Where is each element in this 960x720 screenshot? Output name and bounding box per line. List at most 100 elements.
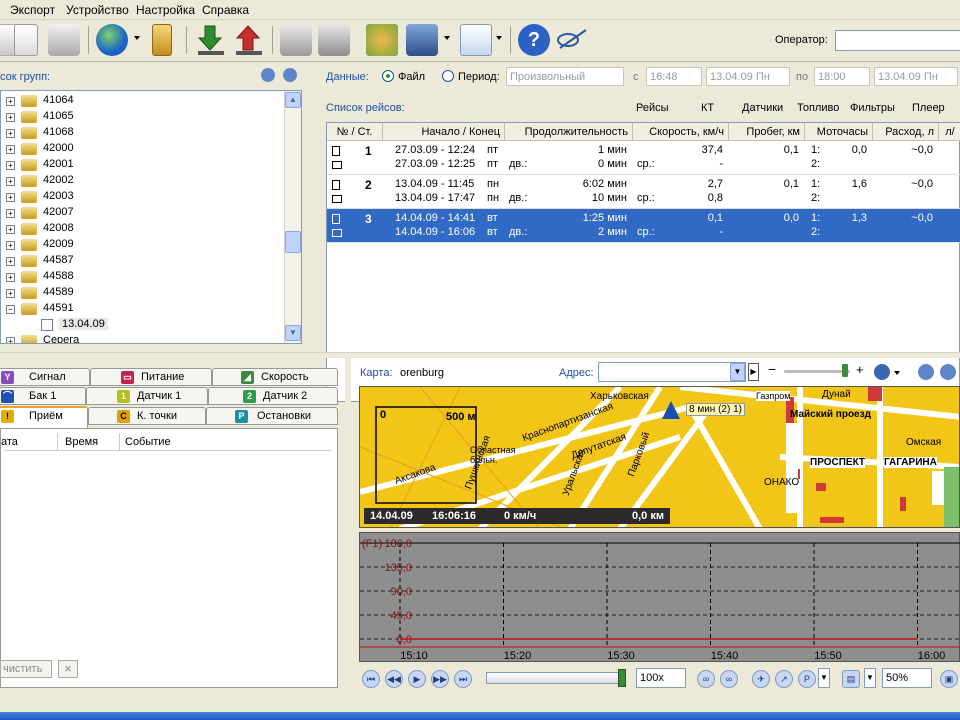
- step-forward-icon[interactable]: ▶▶: [431, 670, 449, 688]
- zoom-slider[interactable]: [784, 370, 850, 373]
- expand-icon[interactable]: +: [6, 161, 15, 170]
- chevron-down-icon[interactable]: [134, 36, 140, 40]
- tree-item[interactable]: + Серега: [1, 333, 281, 343]
- operator-input[interactable]: [835, 30, 960, 51]
- file-radio[interactable]: [382, 70, 394, 82]
- expand-icon[interactable]: +: [6, 193, 15, 202]
- expand-icon[interactable]: +: [6, 289, 15, 298]
- address-input[interactable]: [598, 362, 746, 382]
- splitter-vertical[interactable]: [345, 358, 351, 690]
- eject-icon[interactable]: [283, 68, 297, 82]
- chevron-down-icon[interactable]: ▼: [730, 363, 745, 381]
- chevron-down-icon[interactable]: [496, 36, 502, 40]
- parking-map-icon[interactable]: P: [798, 670, 816, 688]
- close-icon[interactable]: ×: [58, 660, 78, 678]
- menu-device[interactable]: Устройство: [66, 3, 129, 17]
- tree-item[interactable]: + 44587: [1, 253, 281, 269]
- play-icon[interactable]: ▶: [408, 670, 426, 688]
- zoom-input[interactable]: [882, 668, 932, 688]
- group-tree[interactable]: + 41064 + 41065 + 41068 + 42000 + 42001 …: [0, 90, 302, 344]
- splitter[interactable]: [0, 352, 960, 358]
- chevron-down-icon[interactable]: [894, 371, 900, 375]
- chevron-right-icon[interactable]: ▶: [748, 363, 759, 381]
- player-progress[interactable]: [486, 672, 626, 684]
- tab-fuel[interactable]: Топливо: [797, 102, 839, 114]
- trip-row[interactable]: 3 14.04.09 - 14:41 вт 14.04.09 - 16:06 в…: [327, 209, 960, 243]
- col-speed[interactable]: Скорость, км/ч: [633, 123, 729, 141]
- tree-child-item[interactable]: 13.04.09: [1, 317, 281, 333]
- expand-icon[interactable]: +: [6, 273, 15, 282]
- trip-row[interactable]: 1 27.03.09 - 12:24 пт 27.03.09 - 12:25 п…: [327, 141, 960, 175]
- clipboard-icon[interactable]: ▤: [842, 670, 860, 688]
- tree-item[interactable]: + 42009: [1, 237, 281, 253]
- tree-item[interactable]: + 42008: [1, 221, 281, 237]
- expand-icon[interactable]: +: [6, 145, 15, 154]
- expand-icon[interactable]: −: [6, 305, 15, 314]
- to-time[interactable]: [814, 67, 870, 86]
- nodes-icon[interactable]: [460, 24, 492, 56]
- list-2-icon[interactable]: [940, 364, 956, 380]
- tree-item[interactable]: + 41065: [1, 109, 281, 125]
- help-icon[interactable]: ?: [518, 24, 550, 56]
- map-view[interactable]: 0 500 м Харьковская Краснопартизанская Д…: [359, 386, 960, 528]
- clear-button[interactable]: чистить: [0, 660, 52, 678]
- tree-item[interactable]: − 44591: [1, 301, 281, 317]
- chevron-down-icon[interactable]: [444, 36, 450, 40]
- tab-signal[interactable]: Y Сигнал: [0, 368, 90, 386]
- chevron-down-icon[interactable]: ▼: [818, 668, 830, 688]
- tab-checkpoints-bottom[interactable]: C К. точки: [88, 407, 206, 425]
- route-icon[interactable]: ↗: [775, 670, 793, 688]
- tab-sensor-1[interactable]: 1 Датчик 1: [86, 387, 208, 405]
- skip-end-icon[interactable]: ⏭: [454, 670, 472, 688]
- zoom-in-icon[interactable]: +: [856, 362, 864, 377]
- download-icon[interactable]: [196, 24, 228, 56]
- step-back-icon[interactable]: ◀◀: [385, 670, 403, 688]
- vehicle-marker-icon[interactable]: [662, 401, 680, 419]
- scroll-down-button[interactable]: ▼: [285, 325, 301, 341]
- col-start-end[interactable]: Начало / Конец: [383, 123, 505, 141]
- menu-settings[interactable]: Настройка: [136, 3, 195, 17]
- tree-item[interactable]: + 41064: [1, 93, 281, 109]
- document-icon[interactable]: [14, 24, 38, 56]
- period-radio[interactable]: [442, 70, 454, 82]
- tree-scrollbar[interactable]: ▲ ▼: [284, 91, 301, 343]
- tree-item[interactable]: + 42007: [1, 205, 281, 221]
- upload-icon[interactable]: [234, 24, 266, 56]
- col-motohours[interactable]: Моточасы: [805, 123, 873, 141]
- tree-item[interactable]: + 42002: [1, 173, 281, 189]
- zoom-out-icon[interactable]: −: [768, 361, 776, 377]
- tab-sensors[interactable]: Датчики: [742, 102, 783, 114]
- network-icon[interactable]: [366, 24, 398, 56]
- track-icon[interactable]: ✈: [752, 670, 770, 688]
- chevron-down-icon[interactable]: ▼: [864, 668, 876, 688]
- layers-icon[interactable]: [874, 364, 890, 380]
- expand-icon[interactable]: +: [6, 257, 15, 266]
- tab-power[interactable]: ▭ Питание: [90, 368, 212, 386]
- trip-row[interactable]: 2 13.04.09 - 11:45 пн 13.04.09 - 17:47 п…: [327, 175, 960, 209]
- player-thumb[interactable]: [618, 669, 626, 687]
- expand-icon[interactable]: +: [6, 209, 15, 218]
- bus-icon[interactable]: ▣: [940, 670, 958, 688]
- col-date[interactable]: ата: [1, 436, 18, 448]
- skip-start-icon[interactable]: ⏮: [362, 670, 380, 688]
- filter-icon[interactable]: [261, 68, 275, 82]
- tab-trips[interactable]: Рейсы: [636, 102, 669, 114]
- globe-icon[interactable]: [96, 24, 128, 56]
- speed-input[interactable]: [636, 668, 686, 688]
- period-select[interactable]: [506, 67, 624, 86]
- speed-up-icon[interactable]: ∞: [720, 670, 738, 688]
- vehicle-label[interactable]: 8 мин (2) 1): [686, 403, 746, 416]
- col-lph[interactable]: л/: [939, 123, 960, 141]
- tree-item[interactable]: + 41068: [1, 125, 281, 141]
- truck-icon[interactable]: [406, 24, 438, 56]
- tab-filters[interactable]: Фильтры: [850, 102, 895, 114]
- satellite-icon[interactable]: [556, 24, 588, 56]
- printer-icon[interactable]: [318, 24, 350, 56]
- scroll-thumb[interactable]: [285, 231, 301, 253]
- tree-item[interactable]: + 44588: [1, 269, 281, 285]
- tab-stops[interactable]: P Остановки: [206, 407, 338, 425]
- speed-down-icon[interactable]: ∞: [697, 670, 715, 688]
- tab-reception[interactable]: ! Приём: [0, 406, 88, 428]
- tree-item[interactable]: + 44589: [1, 285, 281, 301]
- col-mileage[interactable]: Пробег, км: [729, 123, 805, 141]
